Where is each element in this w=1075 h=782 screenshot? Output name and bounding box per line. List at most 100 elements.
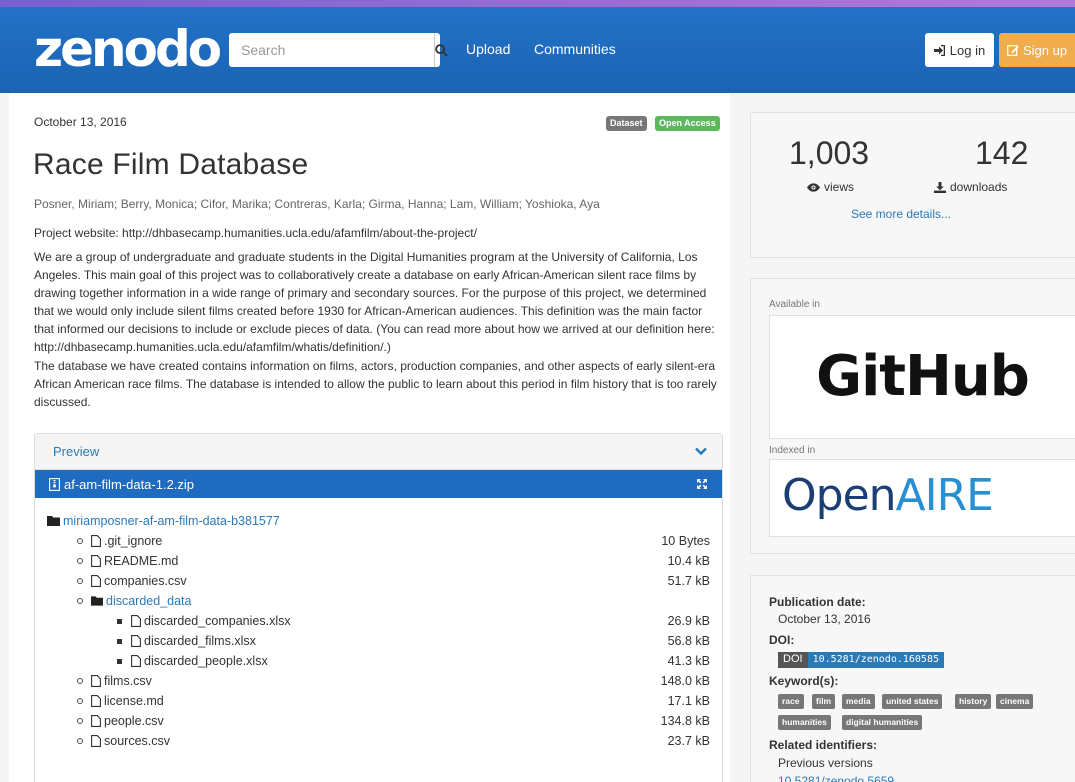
bullet-icon: [77, 538, 83, 544]
search-box: [229, 33, 448, 67]
openaire-logo: OpenAIRE: [782, 470, 994, 521]
file-name: companies.csv: [104, 574, 187, 588]
folder-icon: [91, 596, 103, 606]
record-date: October 13, 2016: [34, 115, 127, 129]
bullet-icon: [77, 698, 83, 704]
file-icon: [91, 675, 101, 687]
file-tree: miriamposner-af-am-film-data-b381577 .gi…: [35, 498, 722, 752]
chevron-down-icon[interactable]: [695, 447, 707, 456]
login-label: Log in: [949, 42, 986, 58]
file-size: 56.8 kB: [667, 634, 710, 648]
keyword-tag[interactable]: media: [842, 694, 875, 709]
publication-date-label: Publication date:: [769, 595, 866, 609]
file-name: sources.csv: [104, 734, 170, 748]
list-item[interactable]: discarded_companies.xlsx 26.9 kB: [35, 612, 722, 632]
see-more-details-link[interactable]: See more details...: [751, 207, 1051, 221]
related-identifiers-label: Related identifiers:: [769, 738, 878, 752]
keyword-tag[interactable]: cinema: [996, 694, 1034, 709]
record-main: October 13, 2016 Dataset Open Access Rac…: [9, 93, 730, 782]
file-icon: [131, 635, 141, 647]
nav-communities-link[interactable]: Communities: [534, 41, 616, 57]
expand-icon[interactable]: [696, 478, 708, 490]
bullet-icon: [117, 658, 122, 664]
list-item[interactable]: README.md 10.4 kB: [35, 552, 722, 572]
list-item[interactable]: films.csv 148.0 kB: [35, 672, 722, 692]
related-identifier-link[interactable]: 10.5281/zenodo.5659: [778, 774, 894, 782]
bullet-icon: [77, 678, 83, 684]
keyword-tag[interactable]: history: [955, 694, 992, 709]
search-input[interactable]: [229, 33, 434, 67]
bullet-icon: [77, 738, 83, 744]
eye-icon: [807, 182, 820, 192]
keyword-tag[interactable]: united states: [882, 694, 943, 709]
login-button[interactable]: Log in: [925, 33, 994, 67]
project-website: Project website: http://dhbasecamp.human…: [34, 226, 477, 240]
root-folder-link[interactable]: miriamposner-af-am-film-data-b381577: [63, 514, 280, 528]
nav-upload-link[interactable]: Upload: [466, 41, 510, 57]
file-size: 23.7 kB: [667, 734, 710, 748]
file-name: .git_ignore: [104, 534, 163, 548]
top-accent-strip: [0, 0, 1075, 7]
downloads-label: downloads: [934, 180, 1007, 194]
doi-label: DOI:: [769, 633, 795, 647]
list-item[interactable]: .git_ignore 10 Bytes: [35, 532, 722, 552]
stats-card: 1,003 views 142 downloads See more detai…: [750, 112, 1075, 258]
zenodo-logo[interactable]: zenodo: [34, 21, 222, 77]
views-text: views: [824, 180, 855, 194]
list-item[interactable]: companies.csv 51.7 kB: [35, 572, 722, 592]
list-item[interactable]: discarded_people.xlsx 41.3 kB: [35, 652, 722, 672]
folder-link[interactable]: discarded_data: [106, 594, 191, 608]
preview-label: Preview: [53, 444, 100, 459]
github-logo-box[interactable]: GitHub: [769, 315, 1075, 439]
preview-file-name: af-am-film-data-1.2.zip: [64, 476, 195, 492]
record-title: Race Film Database: [33, 148, 309, 181]
file-size: 134.8 kB: [660, 714, 710, 728]
list-item[interactable]: license.md 17.1 kB: [35, 692, 722, 712]
doi-badge[interactable]: DOI 10.5281/zenodo.160585: [778, 652, 944, 668]
file-size: 26.9 kB: [667, 614, 710, 628]
file-icon: [91, 575, 101, 587]
keyword-tag[interactable]: humanities: [778, 715, 831, 730]
openaire-logo-box[interactable]: OpenAIRE: [769, 459, 1075, 537]
keyword-tag[interactable]: digital humanities: [842, 715, 923, 730]
navbar: zenodo Upload Communities Log in Sign up: [0, 7, 1075, 93]
keyword-tag[interactable]: film: [812, 694, 836, 709]
list-item[interactable]: discarded_films.xlsx 56.8 kB: [35, 632, 722, 652]
preview-file-bar: af-am-film-data-1.2.zip: [35, 470, 722, 498]
open-access-badge: Open Access: [655, 116, 720, 131]
file-name: discarded_people.xlsx: [144, 654, 268, 668]
description-para-1: We are a group of undergraduate and grad…: [34, 250, 715, 354]
file-icon: [91, 735, 101, 747]
list-item[interactable]: people.csv 134.8 kB: [35, 712, 722, 732]
file-size: 10 Bytes: [661, 534, 710, 548]
integrations-card: Available in GitHub Indexed in OpenAIRE: [750, 278, 1075, 554]
file-name: people.csv: [104, 714, 164, 728]
signup-label: Sign up: [1022, 42, 1068, 58]
tree-root-row[interactable]: miriamposner-af-am-film-data-b381577: [35, 512, 722, 532]
list-item[interactable]: discarded_data: [35, 592, 722, 612]
file-size: 41.3 kB: [667, 654, 710, 668]
publication-date-value: October 13, 2016: [778, 612, 871, 626]
previous-versions-label: Previous versions: [778, 756, 873, 770]
preview-header[interactable]: Preview: [35, 434, 722, 470]
keyword-tag[interactable]: race: [778, 694, 804, 709]
downloads-count: 142: [975, 135, 1029, 171]
doi-badge-key: DOI: [778, 652, 808, 668]
file-icon: [91, 695, 101, 707]
signup-button[interactable]: Sign up: [999, 33, 1075, 67]
bullet-icon: [117, 618, 122, 624]
dataset-badge: Dataset: [606, 116, 647, 131]
bullet-icon: [77, 558, 83, 564]
file-name: license.md: [104, 694, 164, 708]
file-name: discarded_companies.xlsx: [144, 614, 291, 628]
record-authors: Posner, Miriam; Berry, Monica; Cifor, Ma…: [34, 197, 600, 211]
bullet-icon: [77, 598, 83, 604]
search-button[interactable]: [434, 33, 448, 67]
description-para-2: The database we have created contains in…: [34, 359, 717, 409]
file-name: films.csv: [104, 674, 152, 688]
file-name: README.md: [104, 554, 179, 568]
file-size: 17.1 kB: [667, 694, 710, 708]
views-label: views: [807, 180, 854, 194]
folder-icon: [47, 516, 60, 526]
list-item[interactable]: sources.csv 23.7 kB: [35, 732, 722, 752]
